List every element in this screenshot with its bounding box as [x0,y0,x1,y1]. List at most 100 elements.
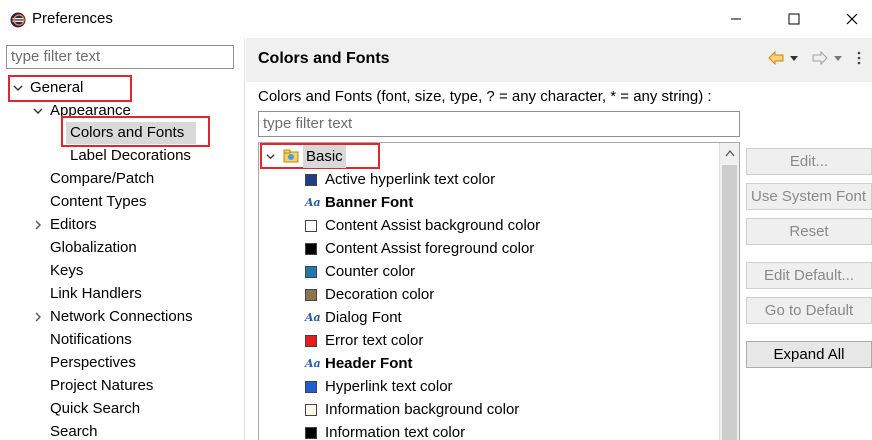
tree-item-label: Information text color [325,424,466,440]
tree-item-hyperlink-text-color[interactable]: Hyperlink text color [259,375,719,398]
font-icon: Aa [305,311,321,324]
filter-input[interactable]: type filter text [6,45,234,69]
tree-item-label: Notifications [50,331,132,348]
back-arrow-icon[interactable] [768,51,784,65]
preference-tree-pane: type filter text General Appearance Colo… [0,38,245,440]
chevron-right-icon[interactable] [32,219,44,231]
tree-item-dialog-font[interactable]: Aa Dialog Font [259,306,719,329]
tree-item-label: Error text color [325,332,424,349]
tree-item-perspectives[interactable]: Perspectives [50,352,136,374]
tree-item-label: Editors [50,216,97,233]
page-navigation [768,48,864,68]
tree-item-content-assist-fg[interactable]: Content Assist foreground color [259,237,719,260]
page-title: Colors and Fonts [258,50,390,67]
tree-item-counter-color[interactable]: Counter color [259,260,719,283]
tree-item-label: Content Types [50,193,147,210]
tree-item-label: Keys [50,262,84,279]
title-bar: Preferences [0,0,872,38]
tree-item-label-decorations[interactable]: Label Decorations [70,145,191,167]
color-swatch [305,266,317,278]
tree-item-keys[interactable]: Keys [50,260,83,282]
tree-item-compare-patch[interactable]: Compare/Patch [50,168,154,190]
color-swatch [305,335,317,347]
tree-item-active-hyperlink[interactable]: Active hyperlink text color [259,168,719,191]
tree-item-link-handlers[interactable]: Link Handlers [50,283,142,305]
close-button[interactable] [832,6,872,32]
tree-item-content-types[interactable]: Content Types [50,191,146,213]
color-swatch [305,220,317,232]
tree-item-banner-font[interactable]: Aa Banner Font [259,191,719,214]
tree-item-search[interactable]: Search [50,421,98,440]
forward-arrow-icon[interactable] [812,51,828,65]
font-icon: Aa [305,196,321,209]
chevron-down-icon [13,85,23,91]
color-swatch [305,243,317,255]
tree-category-basic[interactable]: Basic [259,145,379,168]
tree-item-label: Compare/Patch [50,170,155,187]
tree-item-notifications[interactable]: Notifications [50,329,132,351]
color-swatch [305,289,317,301]
tree-item-information-bg[interactable]: Information background color [259,398,719,421]
eclipse-app-icon [10,12,26,28]
go-to-default-button[interactable]: Go to Default [746,297,872,324]
minimize-icon [731,18,741,20]
colors-fonts-tree[interactable]: Basic Active hyperlink text color Aa Ban… [258,142,740,440]
tree-item-label: Content Assist background color [325,217,541,234]
theme-folder-icon [283,149,299,163]
tree-item-decoration-color[interactable]: Decoration color [259,283,719,306]
chevron-down-icon[interactable] [265,151,276,162]
scrollbar-thumb[interactable] [722,165,737,440]
chevron-right-icon[interactable] [32,311,44,323]
tree-item-label: Header Font [325,355,413,372]
chevron-down-icon [33,108,43,114]
tree-item-error-text-color[interactable]: Error text color [259,329,719,352]
tree-item-label: Quick Search [50,400,141,417]
colors-filter-input[interactable]: type filter text [258,111,740,137]
color-swatch [305,427,317,439]
tree-item-label: Link Handlers [50,285,142,302]
tree-item-label: Hyperlink text color [325,378,453,395]
minimize-button[interactable] [716,6,756,32]
color-swatch [305,174,317,186]
tree-item-label: Project Natures [50,377,154,394]
tree-item-header-font[interactable]: Aa Header Font [259,352,719,375]
tree-item-label: Globalization [50,239,137,256]
tree-item-quick-search[interactable]: Quick Search [50,398,140,420]
tree-item-label: Label Decorations [70,147,191,164]
preference-page: Colors and Fonts Colors and Fonts (font,… [246,38,872,440]
back-dropdown-icon[interactable] [790,54,798,62]
tree-item-information-text[interactable]: Information text color [259,421,719,440]
color-swatch [305,404,317,416]
view-menu-icon[interactable] [854,51,864,65]
tree-item-label: Active hyperlink text color [325,171,496,188]
scroll-up-icon[interactable] [725,149,735,157]
window-title: Preferences [32,10,113,27]
maximize-button[interactable] [774,6,814,32]
font-icon: Aa [305,357,321,370]
tree-item-colors-and-fonts[interactable]: Colors and Fonts [70,122,184,144]
tree-item-label: Counter color [325,263,416,280]
expand-all-button[interactable]: Expand All [746,341,872,368]
tree-category-label: Basic [303,145,346,168]
tree-item-label: Banner Font [325,194,414,211]
tree-item-label: Network Connections [50,308,193,325]
tree-item-label: Search [50,423,98,440]
edit-default-button[interactable]: Edit Default... [746,262,872,289]
color-swatch [305,381,317,393]
tree-item-label: Perspectives [50,354,136,371]
reset-button[interactable]: Reset [746,218,872,245]
edit-button[interactable]: Edit... [746,148,872,175]
close-icon [846,13,858,25]
use-system-font-button[interactable]: Use System Font [746,183,872,210]
vertical-scrollbar[interactable] [719,143,739,440]
tree-item-label: General [30,79,84,96]
tree-item-label: Decoration color [325,286,435,303]
tree-item-content-assist-bg[interactable]: Content Assist background color [259,214,719,237]
tree-item-globalization[interactable]: Globalization [50,237,137,259]
forward-dropdown-icon[interactable] [834,54,842,62]
page-header: Colors and Fonts [246,38,872,82]
tree-item-label: Dialog Font [325,309,402,326]
maximize-icon [788,13,800,25]
tree-item-label: Information background color [325,401,520,418]
tree-item-project-natures[interactable]: Project Natures [50,375,153,397]
